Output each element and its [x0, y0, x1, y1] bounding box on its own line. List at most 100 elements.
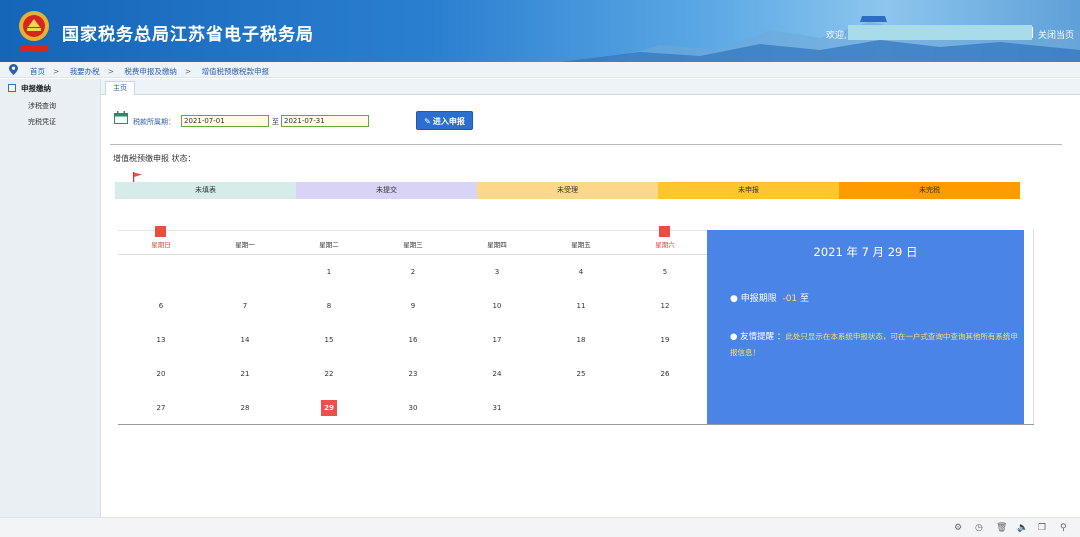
calendar-day[interactable]: 22	[287, 370, 371, 378]
period-end-input[interactable]	[281, 115, 369, 127]
enter-declaration-button[interactable]: ✎ 进入申报	[416, 111, 473, 130]
weekday-header: 星期一	[235, 241, 255, 249]
breadcrumb-sep: >	[107, 67, 114, 76]
calendar-day[interactable]: 17	[455, 336, 539, 344]
calendar-icon	[114, 111, 128, 124]
calendar-bottom-line	[118, 424, 1034, 425]
calendar-day-number: 19	[660, 336, 670, 344]
divider	[110, 144, 1062, 145]
calendar-day-number: 20	[156, 370, 166, 378]
deadline-to: 至	[800, 294, 810, 304]
calendar-day[interactable]: 24	[455, 370, 539, 378]
enter-declaration-label: 进入申报	[432, 117, 465, 126]
calendar-day[interactable]: 23	[371, 370, 455, 378]
pencil-icon: ✎	[424, 117, 431, 126]
volume-icon[interactable]: 🔈	[1017, 523, 1028, 533]
calendar-day-number: 25	[576, 370, 586, 378]
calendar-top-line	[118, 230, 707, 231]
period-start-input[interactable]	[181, 115, 269, 127]
weekday-header: 星期二	[319, 241, 339, 249]
calendar-day[interactable]: 13	[119, 336, 203, 344]
username-field	[848, 25, 1032, 40]
calendar-day-number: 6	[158, 302, 164, 310]
deadline-label: ● 申报期限	[730, 294, 777, 304]
sidebar-item-tax-query[interactable]: 涉税查询	[28, 101, 56, 111]
calendar-day[interactable]: 26	[623, 370, 707, 378]
sidebar-heading[interactable]: 申报缴纳	[8, 83, 51, 94]
breadcrumb-sep: >	[184, 67, 192, 76]
calendar-day[interactable]: 2	[371, 268, 455, 276]
settings-icon[interactable]: ⚙	[954, 523, 962, 533]
status-title: 增值税预缴申报 状态：	[113, 154, 196, 163]
calendar-day[interactable]: 18	[539, 336, 623, 344]
calendar-day[interactable]: 20	[119, 370, 203, 378]
close-page-link[interactable]: 关闭当页	[1038, 28, 1074, 41]
calendar-day[interactable]: 14	[203, 336, 287, 344]
calendar-day[interactable]: 5	[623, 268, 707, 276]
calendar-day-number: 7	[242, 302, 248, 310]
breadcrumb-declaration[interactable]: 税费申报及缴纳	[124, 67, 177, 76]
period-to-label: 至	[272, 118, 279, 126]
tab-bar: 主页	[101, 79, 1080, 95]
calendar-day[interactable]: 16	[371, 336, 455, 344]
calendar-day[interactable]: 21	[203, 370, 287, 378]
calendar-day-number: 10	[492, 302, 502, 310]
calendar-day-number: 31	[492, 404, 502, 412]
calendar-day-number: 24	[492, 370, 502, 378]
history-icon[interactable]: ◷	[975, 523, 983, 533]
calendar-day[interactable]: 27	[119, 404, 203, 412]
calendar-day-number: 12	[660, 302, 670, 310]
copy-icon[interactable]: ❐	[1038, 523, 1046, 533]
trash-icon[interactable]: 🗑	[996, 523, 1007, 533]
calendar-day[interactable]: 1	[287, 268, 371, 276]
status-step: 未填表	[115, 182, 296, 199]
footer-toolbar: ⚙ ◷ 🗑 🔈 ❐ ⚲	[0, 517, 1080, 537]
calendar-day-number: 5	[662, 268, 668, 276]
calendar-day[interactable]: 15	[287, 336, 371, 344]
deadline-value: -01	[782, 294, 798, 304]
calendar-day-number: 22	[324, 370, 334, 378]
calendar-day-today[interactable]: 29	[287, 400, 371, 416]
breadcrumb-tax-handling[interactable]: 我要办税	[70, 67, 100, 76]
calendar-day-number: 30	[408, 404, 418, 412]
calendar-day[interactable]: 30	[371, 404, 455, 412]
calendar-day[interactable]: 28	[203, 404, 287, 412]
tab-home[interactable]: 主页	[105, 81, 135, 95]
breadcrumb-current[interactable]: 增值税预缴税款申报	[202, 67, 270, 76]
calendar-day[interactable]: 8	[287, 302, 371, 310]
calendar-day-number: 29	[321, 400, 337, 416]
search-icon[interactable]: ⚲	[1060, 523, 1067, 533]
calendar-day[interactable]: 10	[455, 302, 539, 310]
calendar-day[interactable]: 19	[623, 336, 707, 344]
breadcrumb-bar: 首页 > 我要办税 > 税费申报及缴纳 > 增值税预缴税款申报	[0, 62, 1080, 78]
deadline-line: ● 申报期限 -01 至	[730, 291, 809, 304]
calendar-day[interactable]: 7	[203, 302, 287, 310]
calendar-day[interactable]: 6	[119, 302, 203, 310]
header-divider	[1032, 27, 1033, 38]
status-progress-bar: 未填表 未提交 未受理 未申报 未完税	[115, 182, 1020, 199]
calendar-day[interactable]: 31	[455, 404, 539, 412]
calendar-day-number: 1	[326, 268, 332, 276]
calendar-day-number: 9	[410, 302, 416, 310]
tip-label: ● 友情提醒 ：	[730, 332, 786, 342]
calendar-day[interactable]: 25	[539, 370, 623, 378]
sidebar-item-tax-certificate[interactable]: 完税凭证	[28, 117, 56, 127]
weekend-marker-icon	[155, 226, 166, 237]
weekday-header: 星期日	[151, 241, 171, 249]
header-banner: 国家税务总局江苏省电子税务局 欢迎, 关闭当页	[0, 0, 1080, 62]
calendar-day-number: 21	[240, 370, 250, 378]
weekday-header: 星期六	[655, 241, 675, 249]
calendar-header-line	[118, 254, 707, 255]
calendar-day-number: 8	[326, 302, 332, 310]
weekday-header: 星期四	[487, 241, 507, 249]
calendar-day[interactable]: 9	[371, 302, 455, 310]
calendar-day-number: 3	[494, 268, 500, 276]
sidebar-heading-label: 申报缴纳	[21, 84, 51, 93]
calendar-day[interactable]: 4	[539, 268, 623, 276]
calendar-day[interactable]: 3	[455, 268, 539, 276]
breadcrumb-home[interactable]: 首页	[30, 67, 45, 76]
calendar-day[interactable]: 12	[623, 302, 707, 310]
calendar-day-number: 11	[576, 302, 586, 310]
calendar-day[interactable]: 11	[539, 302, 623, 310]
sidebar: 申报缴纳 涉税查询 完税凭证	[0, 79, 101, 517]
